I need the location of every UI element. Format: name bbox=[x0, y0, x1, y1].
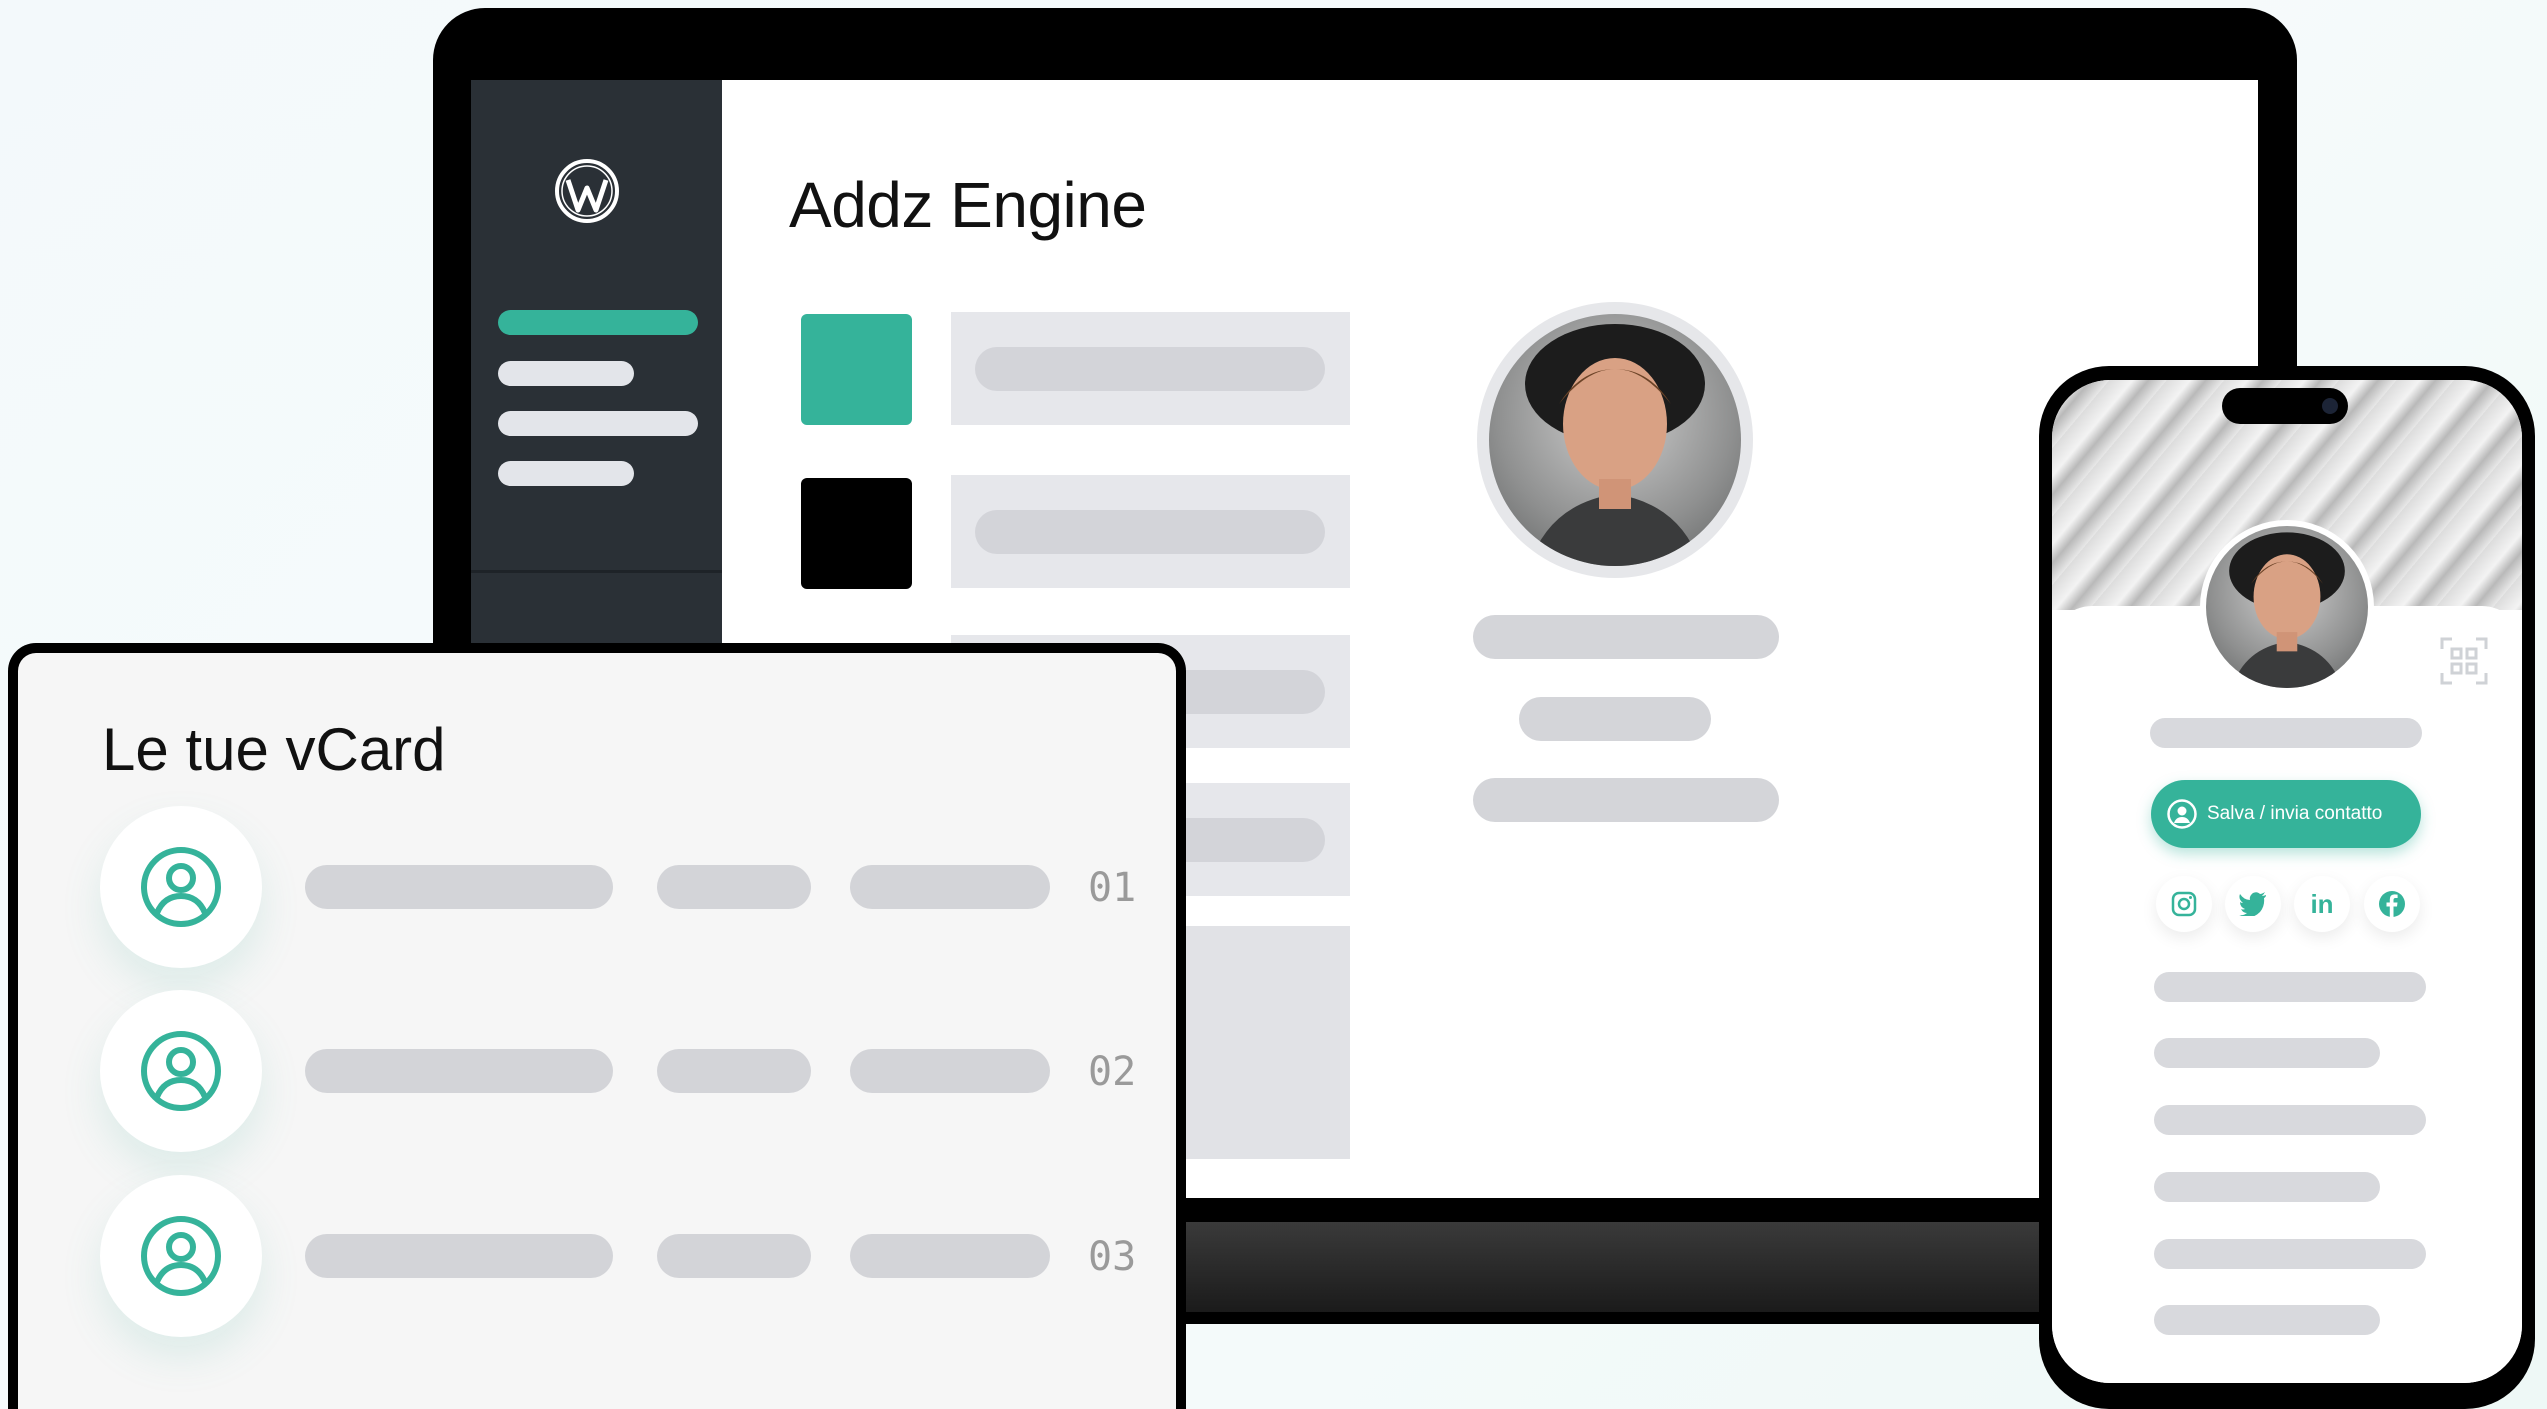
sidebar-item[interactable] bbox=[498, 411, 698, 436]
detail-placeholder bbox=[1473, 778, 1779, 822]
vcard-panel-title: Le tue vCard bbox=[102, 716, 446, 783]
laptop-base bbox=[1150, 1222, 2060, 1312]
name-placeholder bbox=[1473, 615, 1779, 659]
phone-notch bbox=[2222, 388, 2348, 424]
info-placeholder bbox=[2154, 972, 2426, 1002]
vcard-field-placeholder bbox=[850, 865, 1050, 909]
name-placeholder bbox=[2150, 718, 2422, 748]
vcard-row-number: 01 bbox=[1088, 865, 1137, 911]
vcard-name-placeholder bbox=[305, 1049, 613, 1093]
phone-profile-avatar bbox=[2200, 520, 2374, 694]
vcard-row-number: 03 bbox=[1088, 1234, 1137, 1280]
camera-icon bbox=[2322, 398, 2338, 414]
dark-color-swatch[interactable] bbox=[801, 478, 912, 589]
info-placeholder bbox=[2154, 1172, 2380, 1202]
field-placeholder bbox=[975, 510, 1325, 554]
save-contact-button[interactable]: Salva / invia contatto bbox=[2151, 780, 2421, 848]
user-icon bbox=[141, 847, 221, 927]
field-placeholder bbox=[975, 347, 1325, 391]
info-placeholder bbox=[2154, 1305, 2380, 1335]
settings-field[interactable] bbox=[951, 475, 1350, 588]
sidebar-item[interactable] bbox=[498, 361, 634, 386]
info-placeholder bbox=[2154, 1239, 2426, 1269]
sidebar-divider bbox=[471, 570, 722, 573]
vcard-list-panel: Le tue vCard 01 02 03 bbox=[8, 643, 1186, 1409]
vcard-row-number: 02 bbox=[1088, 1049, 1137, 1095]
vcard-avatar[interactable] bbox=[100, 806, 262, 968]
vcard-field-placeholder bbox=[850, 1234, 1050, 1278]
vcard-field-placeholder bbox=[657, 1234, 811, 1278]
profile-avatar bbox=[1477, 302, 1753, 578]
save-contact-label: Salva / invia contatto bbox=[2207, 803, 2383, 824]
user-icon bbox=[2167, 799, 2197, 829]
avatar-photo bbox=[1489, 314, 1741, 566]
vcard-name-placeholder bbox=[305, 865, 613, 909]
info-placeholder bbox=[2154, 1038, 2380, 1068]
twitter-icon[interactable] bbox=[2225, 876, 2281, 932]
vcard-avatar[interactable] bbox=[100, 1175, 262, 1337]
vcard-field-placeholder bbox=[850, 1049, 1050, 1093]
role-placeholder bbox=[1519, 697, 1711, 741]
vcard-avatar[interactable] bbox=[100, 990, 262, 1152]
settings-field[interactable] bbox=[951, 312, 1350, 425]
phone-screen bbox=[2052, 380, 2522, 1383]
instagram-icon[interactable] bbox=[2156, 876, 2212, 932]
page-title: Addz Engine bbox=[789, 169, 1147, 241]
sidebar-item-active[interactable] bbox=[498, 310, 698, 335]
user-icon bbox=[141, 1031, 221, 1111]
vcard-name-placeholder bbox=[305, 1234, 613, 1278]
wordpress-logo-icon[interactable] bbox=[554, 158, 620, 224]
qr-code-icon[interactable] bbox=[2440, 637, 2488, 685]
user-icon bbox=[141, 1216, 221, 1296]
avatar-photo bbox=[2206, 526, 2368, 688]
linkedin-label: in bbox=[2310, 888, 2334, 919]
accent-color-swatch[interactable] bbox=[801, 314, 912, 425]
info-placeholder bbox=[2154, 1105, 2426, 1135]
vcard-field-placeholder bbox=[657, 1049, 811, 1093]
sidebar-item[interactable] bbox=[498, 461, 634, 486]
vcard-field-placeholder bbox=[657, 865, 811, 909]
linkedin-icon[interactable]: in bbox=[2294, 876, 2350, 932]
facebook-icon[interactable] bbox=[2364, 876, 2420, 932]
